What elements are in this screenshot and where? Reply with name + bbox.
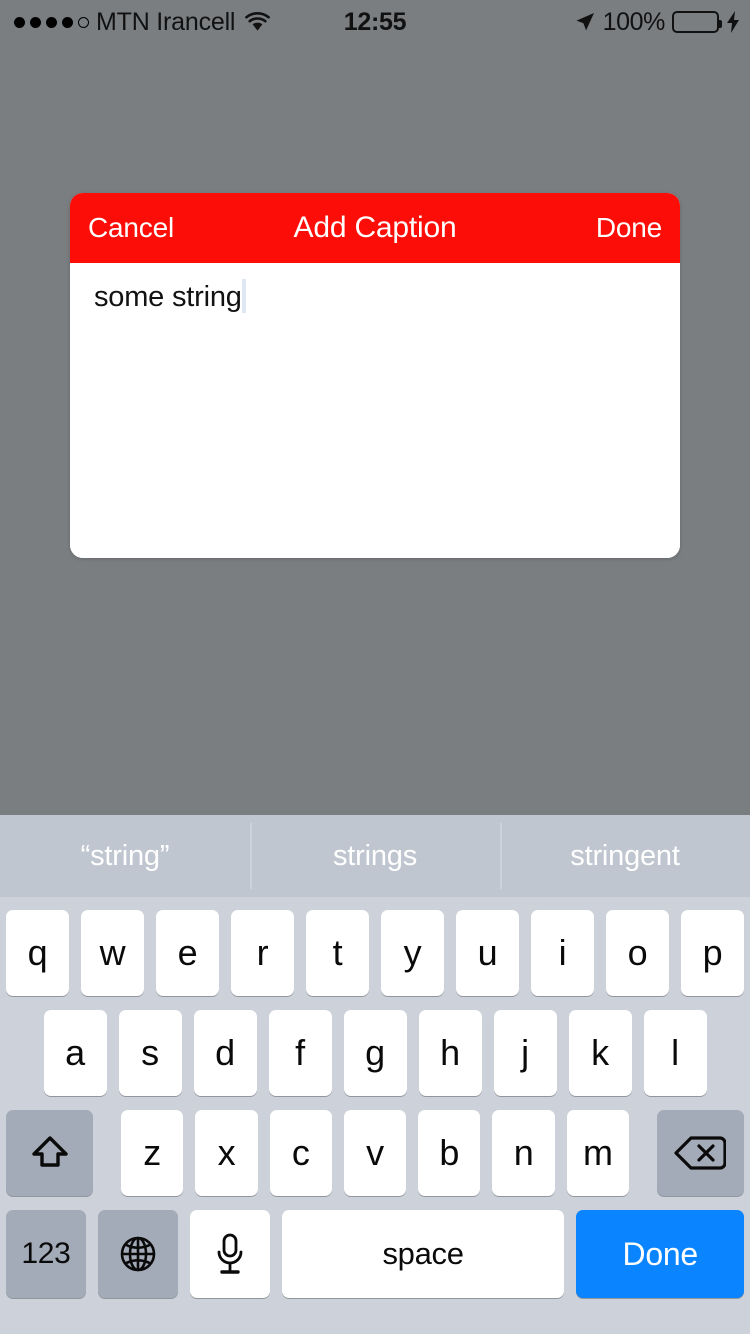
key-q[interactable]: q xyxy=(6,910,69,996)
key-s[interactable]: s xyxy=(118,1010,182,1096)
key-o[interactable]: o xyxy=(606,910,669,996)
key-d[interactable]: d xyxy=(193,1010,257,1096)
microphone-key[interactable] xyxy=(189,1210,270,1298)
key-y[interactable]: y xyxy=(381,910,444,996)
battery-icon xyxy=(672,11,722,33)
globe-key[interactable] xyxy=(97,1210,178,1298)
caption-input-value: some string xyxy=(94,281,242,313)
status-bar-right: 100% xyxy=(574,0,740,44)
backspace-key[interactable] xyxy=(656,1110,744,1196)
key-w[interactable]: w xyxy=(81,910,144,996)
autocorrect-suggestion-bar: “string” strings stringent xyxy=(0,815,750,897)
key-e[interactable]: e xyxy=(156,910,219,996)
caption-text-input[interactable]: some string xyxy=(70,263,680,558)
microphone-icon xyxy=(213,1231,247,1277)
suggestion-item-2[interactable]: strings xyxy=(250,815,500,897)
space-key[interactable]: space xyxy=(281,1210,565,1298)
key-k[interactable]: k xyxy=(568,1010,632,1096)
key-g[interactable]: g xyxy=(343,1010,407,1096)
shift-arrow-icon xyxy=(28,1131,72,1175)
cancel-button[interactable]: Cancel xyxy=(88,212,174,244)
key-t[interactable]: t xyxy=(306,910,369,996)
suggestion-item-3[interactable]: stringent xyxy=(500,815,750,897)
shift-key[interactable] xyxy=(6,1110,94,1196)
key-u[interactable]: u xyxy=(456,910,519,996)
keyboard-row-2: a s d f g h j k l xyxy=(0,1010,750,1096)
key-a[interactable]: a xyxy=(43,1010,107,1096)
numbers-key[interactable]: 123 xyxy=(6,1210,86,1298)
iphone-screen: MTN Irancell 12:55 100% Cancel Add Capti… xyxy=(0,0,750,1334)
key-x[interactable]: x xyxy=(195,1110,258,1196)
key-p[interactable]: p xyxy=(681,910,744,996)
key-z[interactable]: z xyxy=(121,1110,184,1196)
globe-icon xyxy=(117,1233,159,1275)
battery-percentage: 100% xyxy=(602,7,666,36)
key-i[interactable]: i xyxy=(531,910,594,996)
keyboard-row-3: z x c v b n m xyxy=(0,1110,750,1196)
keyboard-return-done-key[interactable]: Done xyxy=(576,1210,745,1298)
modal-header-bar: Cancel Add Caption Done xyxy=(70,193,680,263)
key-h[interactable]: h xyxy=(418,1010,482,1096)
text-caret xyxy=(241,279,246,313)
key-r[interactable]: r xyxy=(231,910,294,996)
backspace-delete-icon xyxy=(674,1134,727,1172)
key-l[interactable]: l xyxy=(643,1010,707,1096)
done-button[interactable]: Done xyxy=(596,212,662,244)
keyboard-row-4: 123 space Done xyxy=(0,1210,750,1310)
key-j[interactable]: j xyxy=(493,1010,557,1096)
key-c[interactable]: c xyxy=(269,1110,332,1196)
onscreen-keyboard: “string” strings stringent q w e r t y u… xyxy=(0,815,750,1334)
status-bar: MTN Irancell 12:55 100% xyxy=(0,0,750,44)
keyboard-row-1: q w e r t y u i o p xyxy=(0,910,750,996)
key-n[interactable]: n xyxy=(492,1110,555,1196)
key-f[interactable]: f xyxy=(268,1010,332,1096)
location-arrow-icon xyxy=(574,11,596,33)
lightning-bolt-icon xyxy=(726,10,740,34)
key-b[interactable]: b xyxy=(418,1110,481,1196)
keyboard-key-rows: q w e r t y u i o p a s d f g h j k l z … xyxy=(0,897,750,1310)
suggestion-item-1[interactable]: “string” xyxy=(0,815,250,897)
add-caption-modal: Cancel Add Caption Done some string xyxy=(70,193,680,558)
key-m[interactable]: m xyxy=(566,1110,629,1196)
key-v[interactable]: v xyxy=(343,1110,407,1196)
